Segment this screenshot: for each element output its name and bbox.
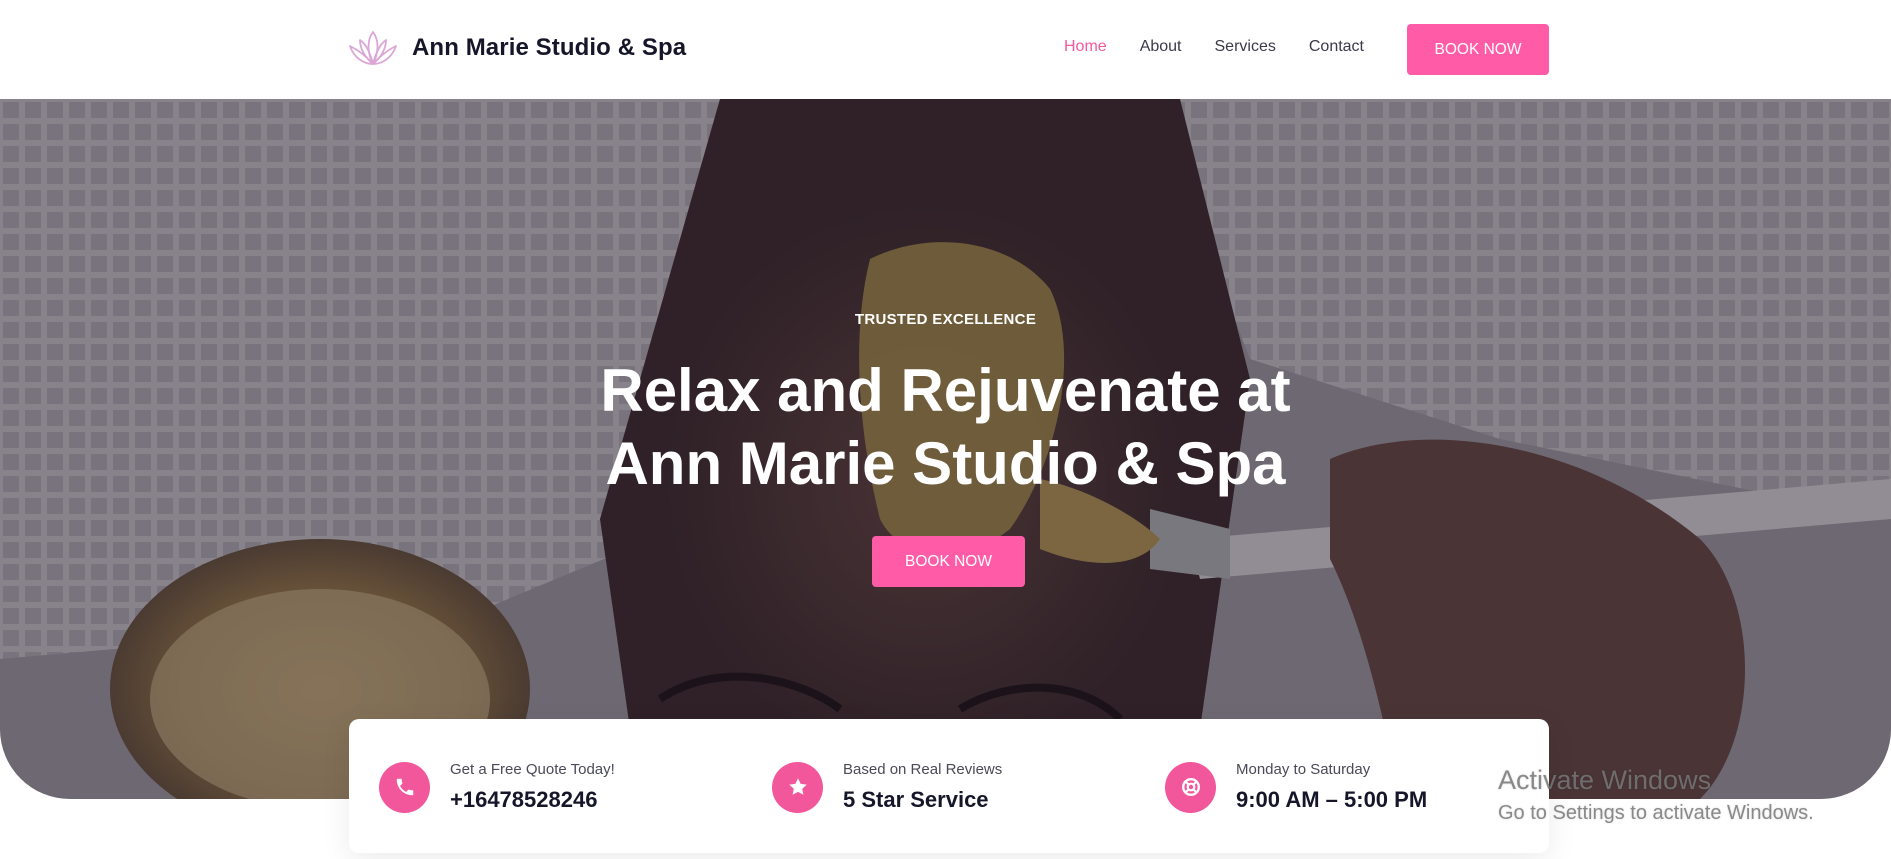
nav-item-home[interactable]: Home [1064, 38, 1107, 56]
hero-title-line-2: Ann Marie Studio & Spa [605, 430, 1286, 497]
header-book-now-button[interactable]: BOOK NOW [1407, 24, 1549, 75]
site-header: Ann Marie Studio & Spa Home About Servic… [0, 0, 1891, 99]
lotus-icon [349, 31, 397, 65]
watermark-title: Activate Windows [1498, 765, 1712, 795]
business-hours: 9:00 AM – 5:00 PM [1236, 787, 1428, 812]
lifebuoy-icon [1165, 761, 1216, 813]
windows-activation-watermark: Activate Windows Go to Settings to activ… [1498, 763, 1814, 829]
info-card: Get a Free Quote Today! +16478528246 Bas… [349, 719, 1549, 853]
hero-section: TRUSTED EXCELLENCE Relax and Rejuvenate … [0, 99, 1891, 799]
nav-item-contact[interactable]: Contact [1309, 38, 1364, 56]
phone-icon[interactable] [379, 761, 430, 813]
info-label: Monday to Saturday [1236, 761, 1371, 778]
hero-title: Relax and Rejuvenate at Ann Marie Studio… [0, 354, 1891, 500]
nav-item-about[interactable]: About [1140, 38, 1182, 56]
nav-item-services[interactable]: Services [1215, 38, 1276, 56]
watermark-subtitle: Go to Settings to activate Windows. [1498, 802, 1814, 824]
phone-number[interactable]: +16478528246 [450, 787, 615, 813]
main-nav: Home About Services Contact [1064, 38, 1397, 56]
info-item-hours: Monday to Saturday 9:00 AM – 5:00 PM [1165, 761, 1427, 813]
info-item-reviews: Based on Real Reviews 5 Star Service [772, 761, 1002, 813]
star-icon [772, 761, 823, 813]
rating-value: 5 Star Service [843, 787, 989, 812]
info-label: Based on Real Reviews [843, 761, 1003, 778]
hero-kicker: TRUSTED EXCELLENCE [854, 311, 1037, 328]
info-item-quote: Get a Free Quote Today! +16478528246 [379, 761, 615, 813]
hero-title-line-1: Relax and Rejuvenate at [600, 357, 1291, 424]
brand-logo[interactable]: Ann Marie Studio & Spa [348, 28, 686, 68]
info-label: Get a Free Quote Today! [450, 761, 615, 778]
hero-book-now-button[interactable]: BOOK NOW [872, 536, 1025, 587]
brand-name: Ann Marie Studio & Spa [412, 34, 687, 61]
